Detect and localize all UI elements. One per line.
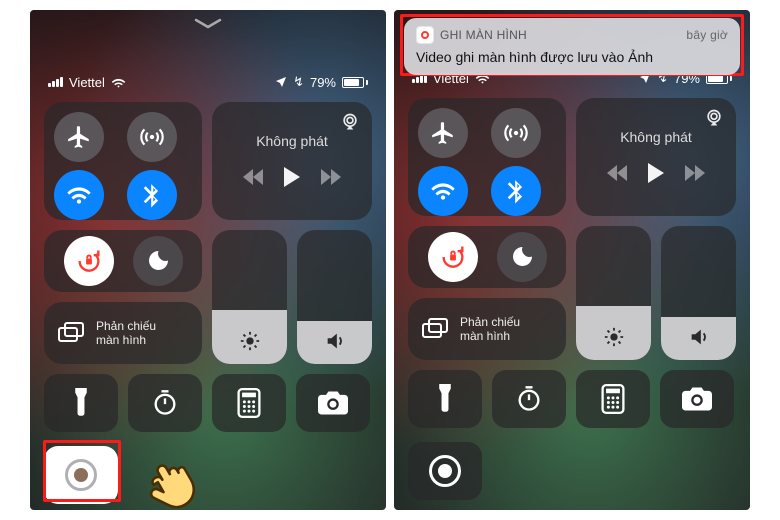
- camera-button[interactable]: [296, 374, 370, 432]
- notification-banner[interactable]: GHI MÀN HÌNH bây giờ Video ghi màn hình …: [404, 18, 740, 75]
- phone-right: Viettel ↯ 79%: [394, 10, 750, 510]
- cellular-toggle[interactable]: [491, 108, 541, 158]
- notification-time: bây giờ: [686, 28, 728, 42]
- flashlight-button[interactable]: [44, 374, 118, 432]
- screen-mirroring-button[interactable]: Phản chiếu màn hình: [44, 302, 202, 364]
- status-bar: Viettel ↯ 79%: [44, 74, 372, 96]
- brightness-slider[interactable]: [576, 226, 651, 360]
- camera-button[interactable]: [660, 370, 734, 428]
- cellular-toggle[interactable]: [127, 112, 177, 162]
- airplane-toggle[interactable]: [418, 108, 468, 158]
- sun-icon: [239, 330, 261, 352]
- play-icon[interactable]: [283, 167, 301, 192]
- media-card[interactable]: Không phát: [576, 98, 736, 216]
- bluetooth-toggle[interactable]: [491, 166, 541, 216]
- calculator-button[interactable]: [576, 370, 650, 428]
- volume-slider[interactable]: [297, 230, 372, 364]
- speaker-icon: [324, 330, 346, 352]
- battery-percent: 79%: [310, 75, 336, 90]
- tutorial-two-panel: Viettel ↯ 79%: [30, 10, 750, 510]
- airplane-toggle[interactable]: [54, 112, 104, 162]
- rotation-lock-toggle[interactable]: [428, 232, 478, 282]
- do-not-disturb-toggle[interactable]: [497, 232, 547, 282]
- pointer-hand-icon: [136, 450, 202, 510]
- next-track-icon[interactable]: [685, 165, 705, 186]
- bluetooth-toggle[interactable]: [127, 170, 177, 220]
- carrier-label: Viettel: [69, 75, 105, 90]
- wifi-toggle[interactable]: [54, 170, 104, 220]
- prev-track-icon[interactable]: [607, 165, 627, 186]
- airplay-icon[interactable]: [340, 112, 360, 132]
- airplay-icon[interactable]: [704, 108, 724, 128]
- signal-icon: [48, 77, 63, 87]
- phone-left: Viettel ↯ 79%: [30, 10, 386, 510]
- focus-card: [408, 226, 566, 288]
- flashlight-button[interactable]: [408, 370, 482, 428]
- screen-record-button[interactable]: [408, 442, 482, 500]
- media-title: Không phát: [256, 133, 328, 149]
- connectivity-card: [408, 98, 566, 216]
- mirror-label-1: Phản chiếu: [460, 315, 520, 329]
- screen-mirror-icon: [420, 317, 450, 341]
- focus-card: [44, 230, 202, 292]
- chevron-down-icon: [194, 16, 222, 30]
- record-icon: [429, 455, 461, 487]
- timer-button[interactable]: [492, 370, 566, 428]
- screen-record-button[interactable]: [44, 446, 118, 504]
- volume-slider[interactable]: [661, 226, 736, 360]
- record-icon: [65, 459, 97, 491]
- media-title: Không phát: [620, 129, 692, 145]
- record-app-icon: [416, 26, 434, 44]
- notification-app-name: GHI MÀN HÌNH: [440, 28, 527, 42]
- battery-icon: [342, 77, 368, 88]
- do-not-disturb-toggle[interactable]: [133, 236, 183, 286]
- mirror-label-1: Phản chiếu: [96, 319, 156, 333]
- screen-mirror-icon: [56, 321, 86, 345]
- speaker-icon: [688, 326, 710, 348]
- location-icon: [275, 76, 287, 88]
- connectivity-card: [44, 102, 202, 220]
- wifi-toggle[interactable]: [418, 166, 468, 216]
- mirror-label-2: màn hình: [96, 333, 156, 347]
- screen-mirroring-button[interactable]: Phản chiếu màn hình: [408, 298, 566, 360]
- rotation-lock-toggle[interactable]: [64, 236, 114, 286]
- grabber: [44, 10, 372, 32]
- sun-icon: [603, 326, 625, 348]
- wifi-icon: [111, 77, 126, 88]
- next-track-icon[interactable]: [321, 169, 341, 190]
- calculator-button[interactable]: [212, 374, 286, 432]
- brightness-slider[interactable]: [212, 230, 287, 364]
- mirror-label-2: màn hình: [460, 329, 520, 343]
- media-card[interactable]: Không phát: [212, 102, 372, 220]
- timer-button[interactable]: [128, 374, 202, 432]
- notification-body: Video ghi màn hình được lưu vào Ảnh: [416, 49, 728, 65]
- play-icon[interactable]: [647, 163, 665, 188]
- prev-track-icon[interactable]: [243, 169, 263, 190]
